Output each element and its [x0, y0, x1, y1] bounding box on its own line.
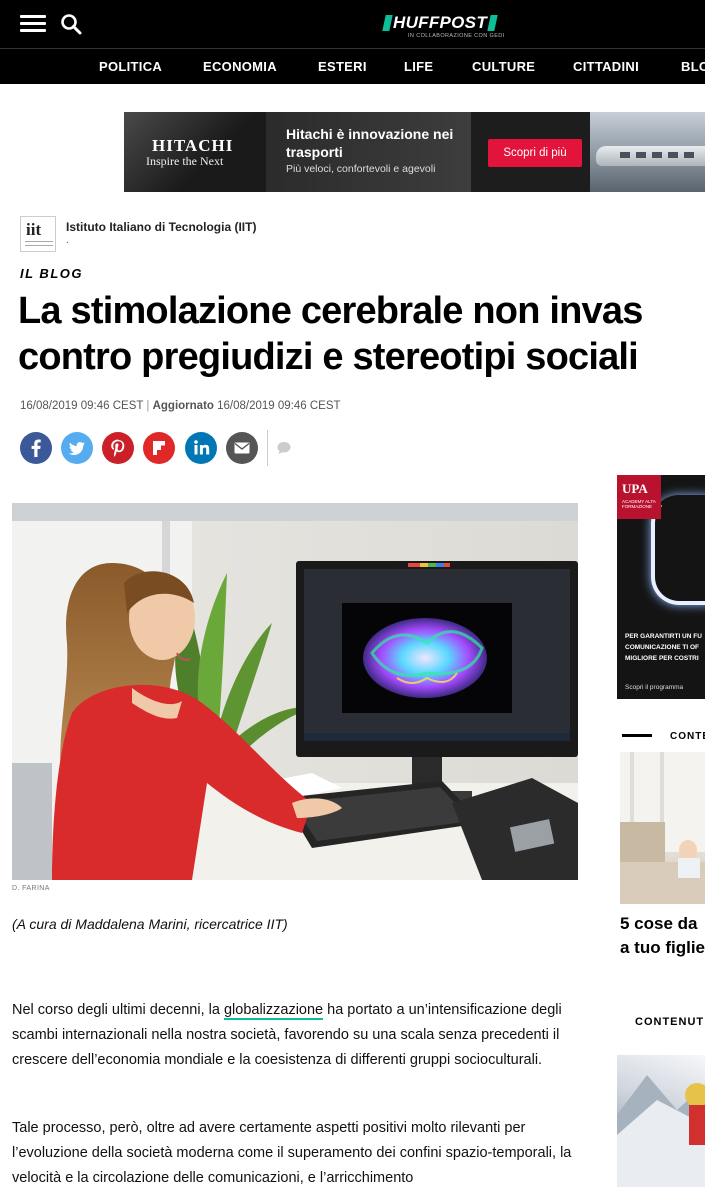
headline-line-2: contro pregiudizi e stereotipi sociali — [18, 336, 639, 378]
published-date: 16/08/2019 09:46 CEST — [20, 400, 144, 412]
upa-logo-text: UPA — [622, 481, 648, 496]
blog-kicker: IL BLOG — [20, 266, 83, 281]
twitter-icon — [68, 442, 85, 455]
photo-credit: D. FARINA — [12, 885, 50, 892]
nav-item-life[interactable]: LIFE — [404, 59, 433, 74]
nav-item-politica[interactable]: POLITICA — [99, 59, 162, 74]
nav-item-cittadini[interactable]: CITTADINI — [573, 59, 639, 74]
flipboard-share-button[interactable] — [143, 432, 175, 464]
sidebar-section-label-1: CONTE — [670, 731, 705, 742]
upa-logo: UPA ACADEMY ALTA FORMAZIONE — [617, 475, 661, 519]
twitter-share-button[interactable] — [61, 432, 93, 464]
ad-text-block: Hitachi è innovazione nei trasporti Più … — [266, 112, 471, 192]
sidebar-ad-text: PER GARANTIRTI UN FU COMUNICAZIONE TI OF… — [625, 631, 702, 664]
ad-brand-tagline: Inspire the Next — [146, 154, 224, 168]
author-avatar[interactable]: iit — [20, 216, 56, 252]
nav-item-blog[interactable]: BLO — [681, 59, 705, 74]
linkedin-share-button[interactable] — [185, 432, 217, 464]
pinterest-share-button[interactable] — [102, 432, 134, 464]
sidebar-story-image-2[interactable] — [617, 1055, 705, 1187]
ad-brand-block: HITACHI Inspire the Next — [124, 112, 266, 192]
sidebar-section-rule — [622, 734, 652, 737]
pinterest-icon — [111, 439, 125, 457]
huffpost-logo[interactable]: HUFFPOST IN COLLABORAZIONE CON GEDI — [382, 12, 519, 42]
article-dates: 16/08/2019 09:46 CEST | Aggiornato 16/08… — [20, 400, 341, 412]
facebook-icon — [31, 439, 41, 457]
flipboard-icon — [153, 441, 165, 455]
story-title-line-1: 5 cose da — [620, 914, 698, 933]
sidebar-ad-cta[interactable]: Scopri il programma — [625, 684, 683, 691]
nav-item-culture[interactable]: CULTURE — [472, 59, 535, 74]
article-caption: (A cura di Maddalena Marini, ricercatric… — [12, 916, 288, 932]
nav-item-economia[interactable]: ECONOMIA — [203, 59, 277, 74]
sidebar-story-image[interactable] — [620, 752, 705, 904]
sidebar-story-title[interactable]: 5 cose da a tuo figlie — [620, 912, 705, 960]
author-name[interactable]: Istituto Italiano di Tecnologia (IIT) — [66, 220, 256, 234]
globalizzazione-link[interactable]: globalizzazione — [223, 1002, 324, 1020]
share-divider — [267, 430, 268, 466]
ad-brand-name: HITACHI — [152, 136, 234, 155]
facebook-share-button[interactable] — [20, 432, 52, 464]
article-photo — [12, 503, 578, 880]
ad-subline: Più veloci, confortevoli e agevoli — [286, 163, 436, 175]
p1-text-before: Nel corso degli ultimi decenni, la — [12, 1002, 224, 1018]
search-icon[interactable] — [60, 13, 82, 35]
ad-headline: Hitachi è innovazione nei trasporti — [286, 126, 454, 160]
upa-sidebar-ad[interactable]: UPA ACADEMY ALTA FORMAZIONE PER GARANTIR… — [617, 475, 705, 699]
sidebar-section-label-2: CONTENUT — [635, 1016, 705, 1028]
hamburger-menu-icon[interactable] — [20, 14, 46, 34]
updated-date: 16/08/2019 09:46 CEST — [217, 400, 341, 412]
ad-cta-button[interactable]: Scopri di più — [488, 139, 582, 167]
hitachi-ad-banner[interactable]: HITACHI Inspire the Next Hitachi è innov… — [124, 112, 705, 192]
nav-item-esteri[interactable]: ESTERI — [318, 59, 367, 74]
article-headline: La stimolazione cerebrale non invas cont… — [18, 288, 705, 380]
article-paragraph-2: Tale processo, però, oltre ad avere cert… — [12, 1120, 572, 1186]
author-avatar-text: iit — [26, 220, 42, 239]
author-bio: . — [66, 235, 69, 246]
section-nav: POLITICA ECONOMIA ESTERI LIFE CULTURE CI… — [0, 48, 705, 84]
ad-line-2: COMUNICAZIONE TI OF — [625, 644, 700, 651]
logo-right-bar-icon — [487, 15, 498, 31]
email-share-button[interactable] — [226, 432, 258, 464]
ad-line-3: MIGLIORE PER COSTRI — [625, 655, 699, 662]
comment-icon[interactable] — [276, 440, 292, 456]
article-paragraph-1: Nel corso degli ultimi decenni, la globa… — [12, 998, 582, 1073]
email-icon — [234, 442, 250, 454]
logo-wordmark: HUFFPOST — [393, 13, 488, 32]
upa-logo-sub: ACADEMY ALTA FORMAZIONE — [622, 499, 656, 509]
linkedin-icon — [194, 440, 210, 455]
logo-left-bar-icon — [382, 15, 393, 31]
headline-line-1: La stimolazione cerebrale non invas — [18, 290, 643, 332]
top-bar: HUFFPOST IN COLLABORAZIONE CON GEDI — [0, 0, 705, 48]
ad-line-1: PER GARANTIRTI UN FU — [625, 633, 702, 640]
logo-subtitle: IN COLLABORAZIONE CON GEDI — [408, 33, 505, 39]
story-title-line-2: a tuo figlie — [620, 938, 705, 957]
ad-train-image — [590, 112, 705, 192]
updated-label: Aggiornato — [152, 400, 214, 412]
date-separator: | — [146, 400, 150, 412]
